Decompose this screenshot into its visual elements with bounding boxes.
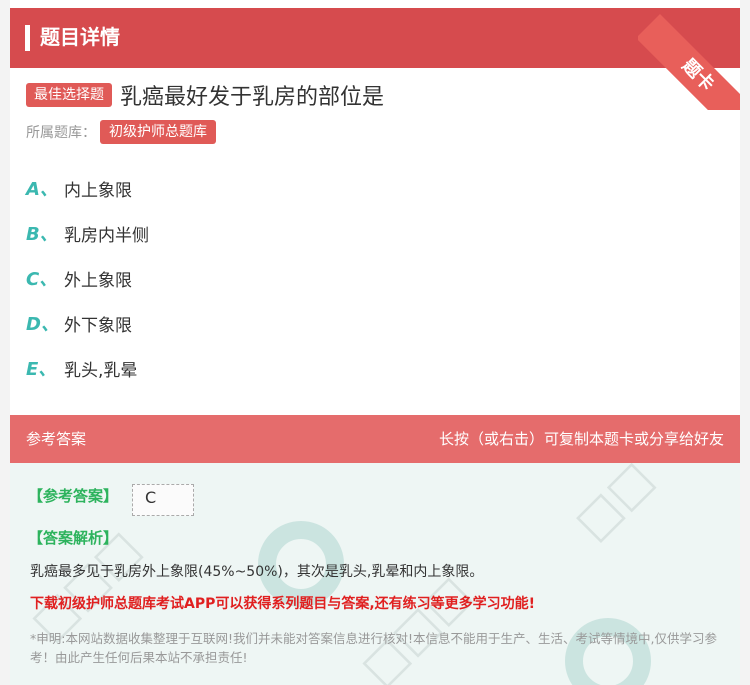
option-letter: E、 — [26, 359, 57, 380]
answer-panel: □□□ □□ □□□ 【参考答案】 C 【答案解析】 乳癌最多见于乳房外上象限(… — [10, 463, 740, 685]
answer-value: C — [132, 484, 194, 516]
corner-ribbon: 题卡 — [638, 0, 740, 110]
option-letter: C、 — [26, 269, 58, 290]
option-b[interactable]: B、 乳房内半侧 — [26, 218, 149, 248]
option-a[interactable]: A、 内上象限 — [26, 173, 132, 203]
option-e[interactable]: E、 乳头,乳晕 — [26, 353, 137, 383]
option-text: 内上象限 — [64, 180, 132, 201]
option-letter: B、 — [26, 224, 58, 245]
app-promo-link[interactable]: 下载初级护师总题库考试APP可以获得系列题目与答案,还有练习等更多学习功能! — [30, 593, 535, 613]
question-text: 乳癌最好发于乳房的部位是 — [120, 85, 385, 110]
option-text: 乳房内半侧 — [64, 225, 149, 246]
question-row: 最佳选择题 乳癌最好发于乳房的部位是 — [26, 80, 384, 110]
option-letter: D、 — [26, 314, 59, 335]
watermark-logo: □□ — [563, 463, 664, 550]
explanation-text: 乳癌最多见于乳房外上象限(45%~50%)，其次是乳头,乳晕和内上象限。 — [30, 564, 484, 580]
option-d[interactable]: D、 外下象限 — [26, 308, 132, 338]
answer-bar-title: 参考答案 — [26, 430, 87, 448]
option-text: 乳头,乳晕 — [64, 360, 138, 381]
share-hint: 长按（或右击）可复制本题卡或分享给好友 — [438, 430, 724, 448]
corner-badge: 题卡 — [638, 14, 740, 110]
title-marker — [25, 25, 30, 51]
header-bar: 题目详情 — [10, 8, 740, 68]
answer-label: 【参考答案】 — [28, 487, 119, 505]
page-title: 题目详情 — [40, 25, 120, 49]
bank-label: 所属题库： — [26, 125, 96, 141]
explanation-label: 【答案解析】 — [28, 529, 119, 547]
question-card: 题目详情 题卡 最佳选择题 乳癌最好发于乳房的部位是 所属题库： 初级护师总题库… — [10, 0, 740, 685]
option-c[interactable]: C、 外上象限 — [26, 263, 132, 293]
disclaimer: *申明:本网站数据收集整理于互联网!我们并未能对答案信息进行核对!本信息不能用于… — [30, 631, 717, 665]
option-text: 外下象限 — [64, 315, 132, 336]
option-letter: A、 — [26, 179, 58, 200]
question-type-tag: 最佳选择题 — [26, 83, 112, 107]
bank-row: 所属题库： 初级护师总题库 — [26, 120, 216, 144]
option-text: 外上象限 — [64, 270, 132, 291]
answer-bar: 参考答案 长按（或右击）可复制本题卡或分享给好友 — [10, 415, 740, 463]
bank-tag[interactable]: 初级护师总题库 — [100, 120, 216, 144]
